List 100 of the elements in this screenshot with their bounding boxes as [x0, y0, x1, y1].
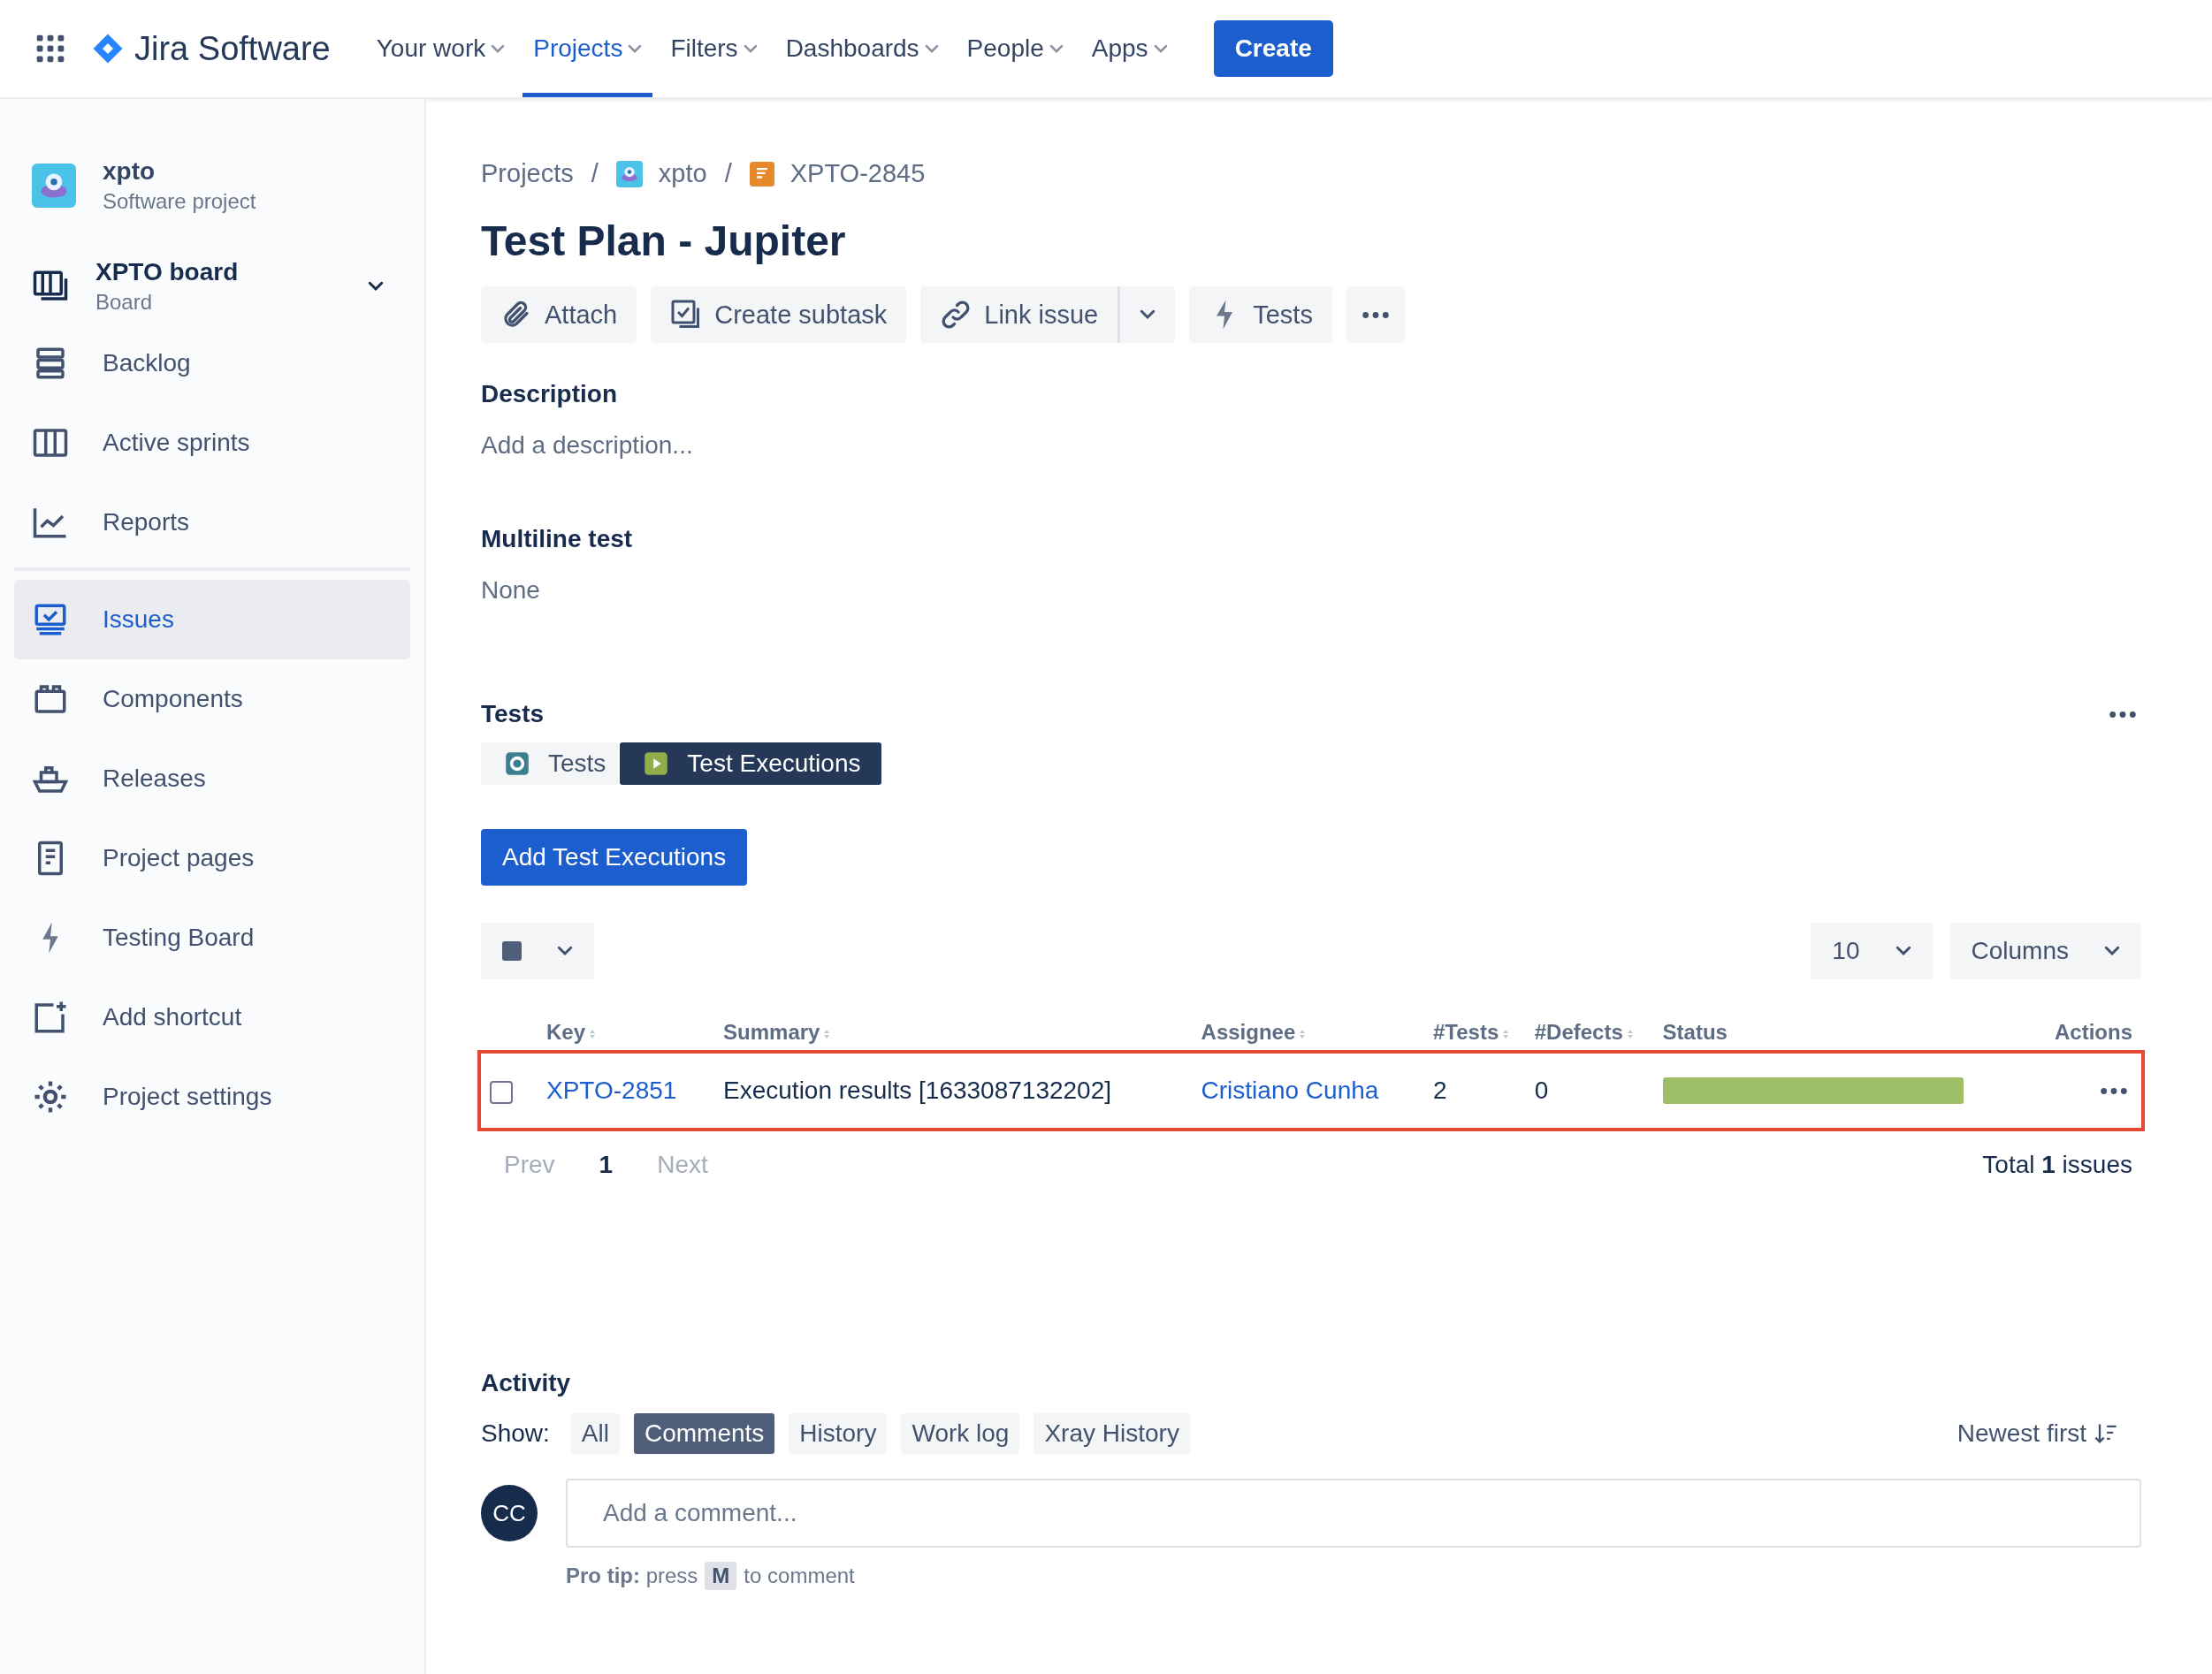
breadcrumb-link[interactable]: Projects [481, 159, 574, 188]
breadcrumb-separator: / [591, 159, 599, 188]
chevron-down-icon [1140, 309, 1156, 320]
app-switcher-icon[interactable] [35, 34, 65, 64]
project-name: xpto [103, 157, 156, 186]
user-avatar: CC [481, 1485, 538, 1541]
chevron-down-icon [1895, 946, 1911, 956]
sidebar-item[interactable]: Reports [14, 483, 410, 562]
project-type: Software project [103, 189, 256, 214]
table-cell: 2 [1423, 1054, 1524, 1128]
sidebar-item-label: Reports [103, 508, 190, 536]
chevron-down-icon [743, 43, 758, 54]
breadcrumb-link[interactable]: xpto [658, 159, 707, 188]
sidebar-item[interactable]: Project pages [14, 818, 410, 898]
chevron-down-icon [557, 946, 573, 956]
nav-menu[interactable]: Apps [1080, 0, 1178, 97]
columns-dropdown[interactable]: Columns [1949, 923, 2141, 979]
table-cell: Execution results [1633087132202] [713, 1054, 1191, 1128]
show-label: Show: [481, 1419, 550, 1448]
document-icon [749, 161, 774, 186]
sidebar-item[interactable]: Active sprints [14, 403, 410, 483]
sidebar-item[interactable]: Components [14, 659, 410, 739]
activity-filter[interactable]: Xray History [1034, 1413, 1190, 1454]
sidebar-item-label: Add shortcut [103, 1003, 242, 1031]
activity-filter[interactable]: History [789, 1413, 888, 1454]
sidebar-item-label: Issues [103, 605, 174, 634]
row-checkbox[interactable] [490, 1080, 513, 1104]
sort-button[interactable]: Newest first [1951, 1419, 2124, 1449]
project-avatar-icon [32, 164, 76, 208]
column-header: Status [1651, 1020, 2028, 1054]
sidebar-item-label: Backlog [103, 349, 191, 377]
sidebar-item[interactable]: Testing Board [14, 898, 410, 978]
chevron-down-icon [924, 43, 939, 54]
column-header: Actions [2027, 1020, 2141, 1054]
field-label: Multiline test [481, 525, 634, 553]
toolbar-button[interactable]: Tests [1189, 286, 1332, 343]
nav-menu[interactable]: Filters [660, 0, 768, 97]
section-title: Activity [481, 1369, 572, 1397]
more-icon [2108, 710, 2138, 719]
nav-menu[interactable]: Your work [365, 0, 516, 97]
total-count: Total 1 issues [1982, 1151, 2132, 1179]
nav-menu[interactable]: Projects [522, 0, 653, 97]
activity-filter[interactable]: Work log [901, 1413, 1020, 1454]
sidebar-item-label: Project settings [103, 1083, 272, 1111]
nav-menu[interactable]: People [956, 0, 1074, 97]
tab[interactable]: Tests [481, 742, 619, 785]
sidebar-item[interactable]: Project settings [14, 1057, 410, 1137]
pro-tip-text: Pro tip: press [566, 1564, 698, 1588]
board-selector[interactable]: XPTO board Board [14, 258, 410, 315]
sidebar-item-label: Project pages [103, 844, 255, 872]
key-badge: M [705, 1562, 737, 1590]
table-cell: 0 [1523, 1054, 1652, 1128]
sidebar-item[interactable]: Backlog [14, 323, 410, 403]
chevron-down-icon [491, 43, 506, 54]
pro-tip-text: to comment [744, 1564, 855, 1588]
comment-field[interactable]: Add a comment... [566, 1479, 2141, 1548]
diamond-logo-icon [92, 33, 124, 65]
create-button[interactable]: Create [1213, 20, 1333, 77]
toolbar-button[interactable]: Attach [481, 286, 637, 343]
page-size-dropdown[interactable]: 10 [1811, 923, 1933, 979]
board-name: XPTO board [95, 258, 239, 286]
chevron-down-icon [368, 281, 384, 292]
more-button[interactable] [1346, 286, 1405, 343]
field-value[interactable]: Add a description... [481, 431, 2141, 460]
sidebar-item-label: Testing Board [103, 924, 255, 952]
column-header[interactable]: Summary [713, 1020, 1191, 1054]
sidebar-item-label: Components [103, 685, 243, 713]
chevron-down-icon [628, 43, 643, 54]
breadcrumb-link[interactable]: XPTO-2845 [789, 159, 926, 188]
chevron-down-icon [1049, 43, 1064, 54]
field-value[interactable]: None [481, 576, 2141, 605]
app-name: Jira Software [134, 29, 331, 68]
sidebar-item[interactable]: Add shortcut [14, 978, 410, 1057]
page-link[interactable]: 1 [599, 1151, 614, 1179]
sidebar-item-label: Active sprints [103, 429, 250, 457]
activity-filter[interactable]: All [570, 1413, 620, 1454]
project-avatar-icon [615, 160, 643, 187]
assignee-link[interactable]: Cristiano Cunha [1201, 1077, 1379, 1104]
more-icon [2099, 1086, 2129, 1095]
sidebar-item[interactable]: Issues [14, 580, 410, 659]
column-header[interactable]: Assignee [1190, 1020, 1423, 1054]
add-test-executions-button[interactable]: Add Test Executions [481, 829, 748, 886]
section-title: Tests [481, 700, 545, 728]
column-header[interactable]: #Tests [1423, 1020, 1524, 1054]
nav-menu[interactable]: Dashboards [774, 0, 950, 97]
more-icon [1360, 310, 1391, 319]
issue-key-link[interactable]: XPTO-2851 [546, 1077, 677, 1104]
chevron-down-icon [1153, 43, 1168, 54]
sidebar-item[interactable]: Releases [14, 739, 410, 818]
bulk-select-button[interactable] [481, 923, 594, 979]
column-header[interactable]: #Defects [1523, 1020, 1652, 1054]
column-header[interactable]: Key [536, 1020, 713, 1054]
issue-title: Test Plan - Jupiter [481, 217, 847, 265]
toolbar-button[interactable]: Create subtask [651, 286, 907, 343]
board-subtitle: Board [95, 290, 154, 315]
sidebar-item-label: Releases [103, 765, 206, 793]
activity-filter[interactable]: Comments [633, 1413, 775, 1454]
tab[interactable]: Test Executions [620, 742, 882, 785]
link-issue-button[interactable]: Link issue [920, 286, 1118, 343]
chevron-down-icon [2104, 946, 2120, 956]
